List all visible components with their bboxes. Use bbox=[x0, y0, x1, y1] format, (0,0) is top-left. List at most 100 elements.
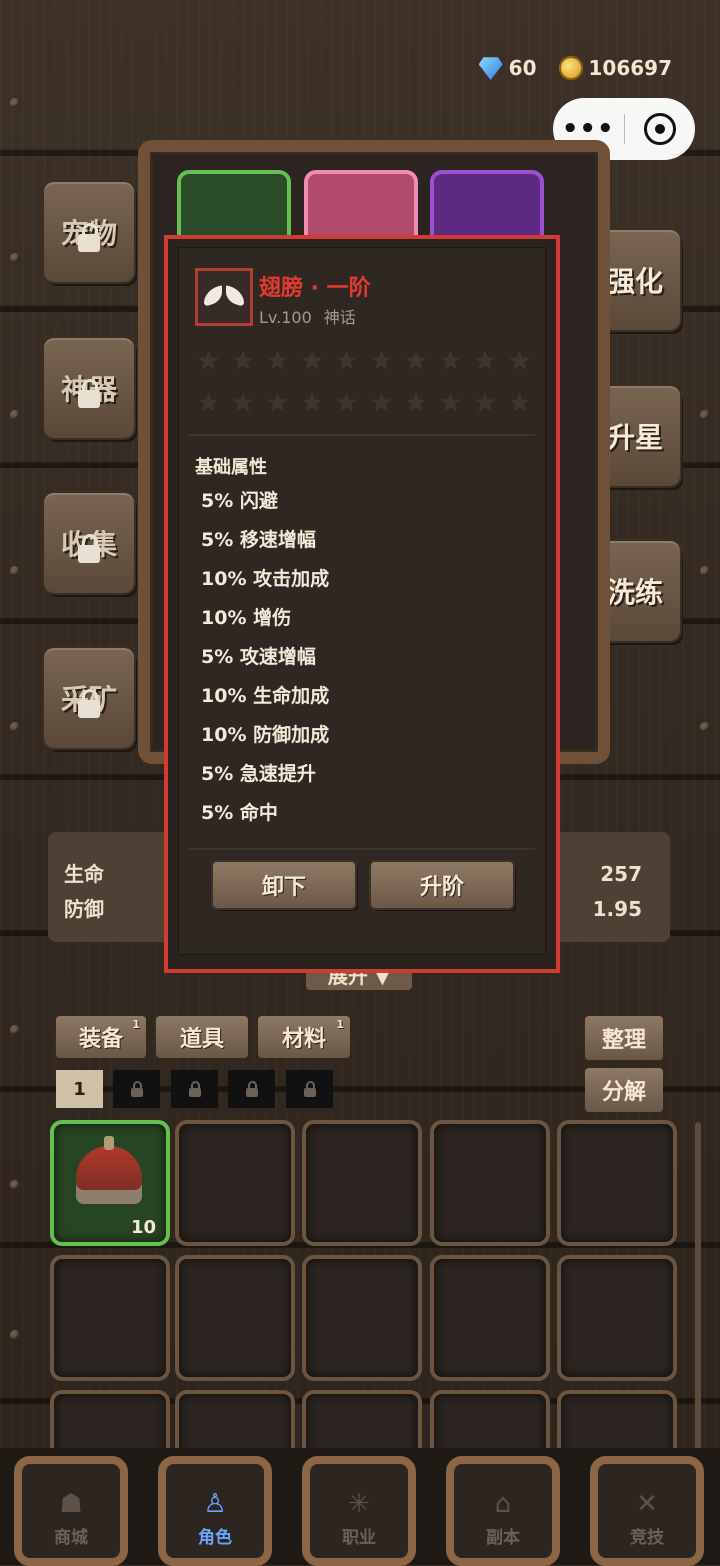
empty-star-icon: ★ bbox=[403, 344, 429, 377]
divider bbox=[189, 434, 535, 436]
target-icon bbox=[643, 113, 676, 145]
empty-star-icon: ★ bbox=[230, 386, 256, 419]
arena-icon: ✕ bbox=[636, 1489, 658, 1519]
inventory-cell[interactable] bbox=[50, 1255, 170, 1381]
popup-body: 翅膀 · 一阶 Lv.100 神话 ★ ★ ★ ★ ★ ★ ★ ★ ★ ★ ★ ★ ★ ★ ★ ★ ★ ★ ★ ★ 基础… bbox=[178, 247, 546, 955]
item-level: Lv.100 bbox=[259, 308, 312, 327]
empty-star-icon: ★ bbox=[437, 386, 464, 419]
rivet bbox=[10, 410, 20, 420]
unequip-button[interactable]: 卸下 bbox=[213, 862, 355, 908]
tab-items[interactable]: 道具 bbox=[156, 1016, 248, 1058]
upgrade-button[interactable]: 升阶 bbox=[371, 862, 513, 908]
empty-star-icon: ★ bbox=[368, 386, 394, 419]
enhance-label: 强化 bbox=[606, 265, 663, 298]
shop-icon: ☗ bbox=[59, 1489, 83, 1519]
inventory-scrollbar[interactable] bbox=[695, 1122, 701, 1452]
rivet bbox=[10, 253, 20, 263]
empty-star-icon: ★ bbox=[195, 386, 221, 419]
helmet-icon bbox=[76, 1136, 142, 1204]
rivet bbox=[700, 566, 710, 576]
tab-materials[interactable]: 材料 1 bbox=[258, 1016, 350, 1058]
tab-label: 道具 bbox=[179, 1027, 224, 1052]
inventory-cell[interactable] bbox=[302, 1120, 422, 1246]
pet-button[interactable]: 宠物 bbox=[44, 182, 134, 282]
inventory-cell[interactable] bbox=[302, 1255, 422, 1381]
artifact-button[interactable]: 神器 bbox=[44, 338, 134, 438]
gem-counter: 60 bbox=[478, 56, 537, 80]
lock-icon bbox=[130, 1080, 143, 1097]
empty-star-icon: ★ bbox=[230, 344, 256, 377]
nav-arena[interactable]: ✕ 竞技 bbox=[590, 1456, 704, 1566]
sort-button[interactable]: 整理 bbox=[585, 1016, 663, 1060]
lock-icon bbox=[78, 534, 100, 563]
inventory-cell[interactable]: 10 bbox=[50, 1120, 170, 1246]
attribute-item: 5% 急速提升 bbox=[201, 763, 316, 785]
nav-dungeon[interactable]: ⌂ 副本 bbox=[446, 1456, 560, 1566]
empty-star-icon: ★ bbox=[264, 386, 291, 419]
mining-button[interactable]: 采矿 bbox=[44, 648, 134, 748]
dungeon-icon: ⌂ bbox=[494, 1489, 512, 1519]
nav-character[interactable]: ♙ 角色 bbox=[158, 1456, 272, 1566]
item-count: 10 bbox=[130, 1217, 156, 1238]
nav-label: 竞技 bbox=[630, 1528, 664, 1548]
attribute-item: 10% 增伤 bbox=[201, 607, 292, 629]
wing-icon bbox=[204, 286, 244, 308]
gold-value: 106697 bbox=[588, 56, 673, 80]
attribute-item: 10% 防御加成 bbox=[201, 724, 330, 746]
item-rarity: 神话 bbox=[323, 308, 356, 327]
tab-label: 材料 bbox=[281, 1027, 326, 1052]
empty-star-icon: ★ bbox=[264, 344, 291, 377]
empty-star-icon: ★ bbox=[195, 344, 221, 377]
nav-shop[interactable]: ☗ 商城 bbox=[14, 1456, 128, 1566]
rivet bbox=[10, 1025, 20, 1035]
page-1[interactable]: 1 bbox=[56, 1070, 103, 1108]
nav-profession[interactable]: ✳ 职业 bbox=[302, 1456, 416, 1566]
inventory-cell[interactable] bbox=[175, 1120, 295, 1246]
star-rating: ★ ★ ★ ★ ★ ★ ★ ★ ★ ★ ★ ★ ★ ★ ★ ★ ★ ★ ★ ★ bbox=[191, 346, 537, 422]
empty-star-icon: ★ bbox=[472, 386, 498, 419]
close-miniprogram-button[interactable] bbox=[625, 113, 696, 145]
bottom-navigation: ☗ 商城 ♙ 角色 ✳ 职业 ⌂ 副本 ✕ 竞技 bbox=[0, 1448, 720, 1566]
refine-label: 洗练 bbox=[606, 576, 663, 609]
gold-coin-icon bbox=[558, 56, 583, 80]
lock-icon bbox=[78, 689, 100, 718]
decompose-button[interactable]: 分解 bbox=[585, 1068, 663, 1112]
hp-label: 生命 bbox=[64, 862, 104, 886]
collection-button[interactable]: 收集 bbox=[44, 493, 134, 593]
inventory-cell[interactable] bbox=[430, 1120, 550, 1246]
lock-icon bbox=[245, 1080, 258, 1097]
page-locked bbox=[171, 1070, 218, 1108]
tab-equipment[interactable]: 装备 1 bbox=[56, 1016, 146, 1058]
profession-icon: ✳ bbox=[348, 1489, 370, 1519]
tab-badge: 1 bbox=[132, 1018, 140, 1031]
star-up-label: 升星 bbox=[606, 421, 663, 454]
rivet bbox=[10, 566, 20, 576]
empty-star-icon: ★ bbox=[299, 344, 325, 377]
empty-star-icon: ★ bbox=[437, 344, 464, 377]
page-locked bbox=[228, 1070, 275, 1108]
lock-icon bbox=[188, 1080, 201, 1097]
attribute-item: 5% 命中 bbox=[201, 802, 278, 824]
hp-value: 257 bbox=[600, 862, 642, 886]
lock-icon bbox=[303, 1080, 316, 1097]
empty-star-icon: ★ bbox=[507, 344, 533, 377]
page-locked bbox=[286, 1070, 333, 1108]
inventory-cell[interactable] bbox=[557, 1120, 677, 1246]
item-detail-popup: 翅膀 · 一阶 Lv.100 神话 ★ ★ ★ ★ ★ ★ ★ ★ ★ ★ ★ ★ ★ ★ ★ ★ ★ ★ ★ ★ 基础… bbox=[164, 235, 560, 973]
inventory-cell[interactable] bbox=[557, 1255, 677, 1381]
item-name: 翅膀 · 一阶 bbox=[259, 276, 371, 301]
rivet bbox=[10, 1330, 20, 1340]
attribute-item: 5% 移速增幅 bbox=[201, 529, 316, 551]
empty-star-icon: ★ bbox=[334, 344, 360, 377]
gold-counter: 106697 bbox=[558, 56, 673, 80]
inventory-cell[interactable] bbox=[430, 1255, 550, 1381]
defense-value: 1.95 bbox=[592, 897, 642, 921]
attribute-item: 10% 生命加成 bbox=[201, 685, 330, 707]
empty-star-icon: ★ bbox=[299, 386, 325, 419]
nav-label: 职业 bbox=[342, 1528, 376, 1548]
empty-star-icon: ★ bbox=[334, 386, 360, 419]
inventory-cell[interactable] bbox=[175, 1255, 295, 1381]
tab-badge: 1 bbox=[336, 1018, 344, 1031]
lock-icon bbox=[78, 223, 100, 252]
tab-label: 装备 bbox=[78, 1027, 123, 1052]
